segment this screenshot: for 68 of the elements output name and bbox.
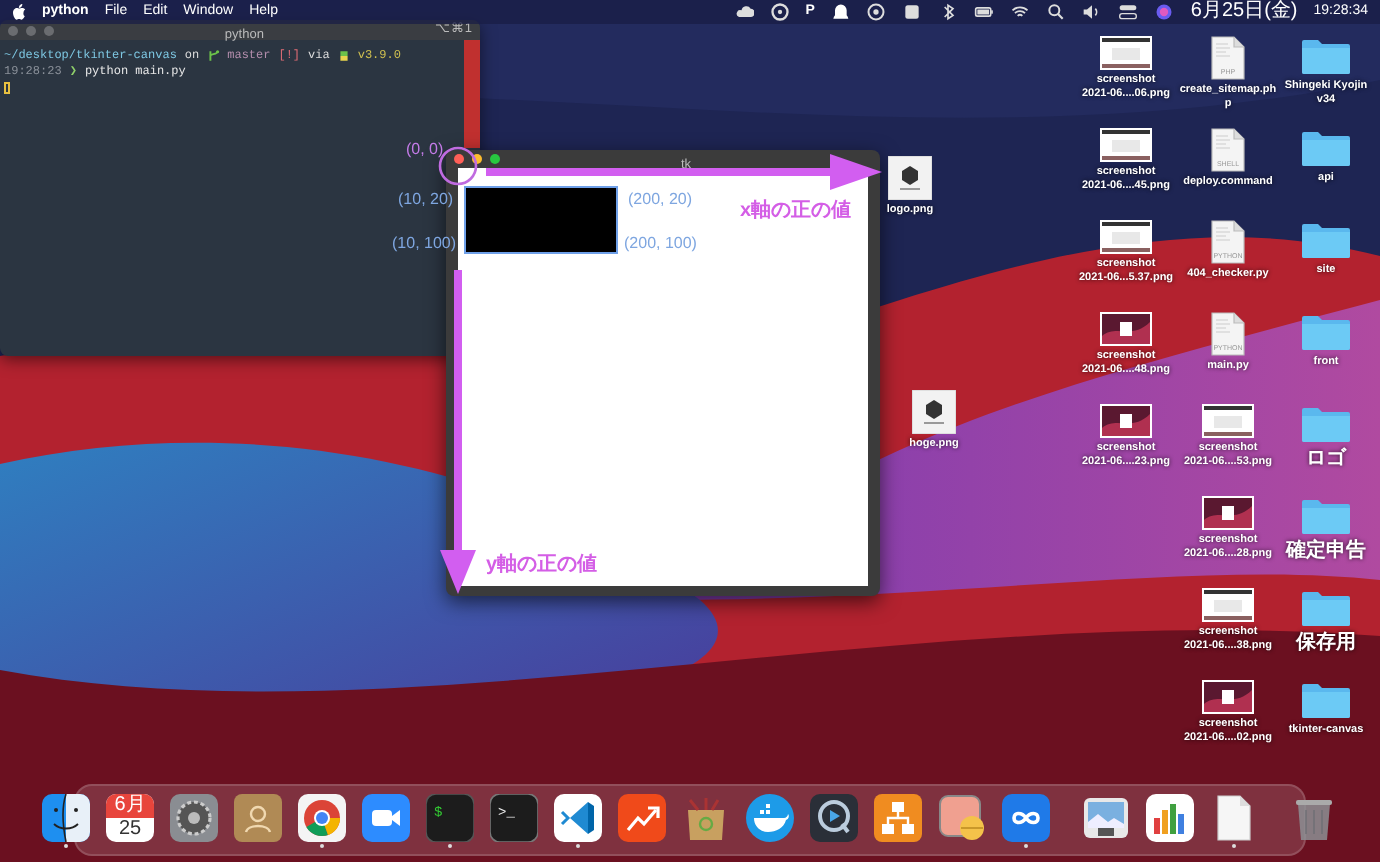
folder-icon[interactable] <box>1300 36 1352 76</box>
pill-icon[interactable] <box>938 793 986 841</box>
scrollbar[interactable] <box>464 40 480 148</box>
screenshot-thumbnail[interactable] <box>1202 404 1254 438</box>
minimize-button[interactable] <box>472 154 482 164</box>
folder-icon[interactable] <box>1300 128 1352 168</box>
wifi-icon[interactable] <box>1010 2 1031 22</box>
photo-icon[interactable] <box>1082 793 1130 841</box>
axis-label: y軸の正の値 <box>486 554 598 576</box>
address-book-icon[interactable] <box>234 793 282 841</box>
image-thumbnail[interactable] <box>888 156 932 200</box>
file-name[interactable]: 保存用 <box>1296 632 1356 654</box>
square-icon[interactable] <box>902 2 923 22</box>
image-thumbnail[interactable] <box>912 390 956 434</box>
file-name[interactable]: 確定申告 <box>1286 540 1366 562</box>
axis-label: x軸の正の値 <box>740 200 852 222</box>
screenshot-thumbnail[interactable] <box>1202 680 1254 714</box>
calendar-month: 6月 <box>106 793 154 817</box>
siri-icon[interactable] <box>1154 2 1175 22</box>
bluetooth-icon[interactable] <box>938 2 959 22</box>
document-icon[interactable] <box>1210 220 1246 264</box>
screenshot-thumbnail[interactable] <box>1100 220 1152 254</box>
calendar-icon[interactable]: 6月 25 <box>106 793 154 841</box>
close-button[interactable] <box>454 154 464 164</box>
flowchart-icon[interactable] <box>874 793 922 841</box>
document-icon[interactable] <box>1210 128 1246 172</box>
code-editor-icon[interactable] <box>554 793 602 841</box>
menu-bar-date[interactable]: 6月25日(金) <box>1190 0 1298 24</box>
calendar-day: 25 <box>118 817 142 841</box>
branch-icon <box>207 50 220 62</box>
infinity-icon[interactable] <box>1002 793 1050 841</box>
zoom-button[interactable] <box>490 154 500 164</box>
coordinate-label: (10, 20) <box>398 190 454 210</box>
coordinate-label: (200, 100) <box>624 234 697 254</box>
play-circle-icon[interactable] <box>866 2 887 22</box>
control-center-icon[interactable] <box>1118 2 1139 22</box>
battery-icon[interactable] <box>974 2 995 22</box>
coordinate-label: (0, 0) <box>406 140 444 160</box>
screenshot-thumbnail[interactable] <box>1202 496 1254 530</box>
cloud-icon[interactable] <box>733 2 754 22</box>
folder-icon[interactable] <box>1300 588 1352 628</box>
coordinate-label: (10, 100) <box>392 234 457 254</box>
document-icon[interactable] <box>1210 36 1246 80</box>
browser-icon[interactable] <box>298 793 346 841</box>
document-icon[interactable] <box>1210 312 1246 356</box>
screenshot-thumbnail[interactable] <box>1202 588 1254 622</box>
disc-icon[interactable] <box>769 2 790 22</box>
screenshot-thumbnail[interactable] <box>1100 404 1152 438</box>
screenshot-thumbnail[interactable] <box>1100 128 1152 162</box>
apple-menu-icon[interactable] <box>12 4 26 20</box>
volume-icon[interactable] <box>1082 2 1103 22</box>
video-camera-icon[interactable] <box>362 793 410 841</box>
whale-icon[interactable] <box>746 793 794 841</box>
bar-chart-icon[interactable] <box>1146 793 1194 841</box>
face-icon[interactable] <box>42 793 90 841</box>
folder-icon[interactable] <box>1300 220 1352 260</box>
screenshot-thumbnail[interactable] <box>1100 312 1152 346</box>
coordinate-label: (200, 20) <box>628 190 693 210</box>
text-cursor <box>4 82 10 94</box>
gear-icon[interactable] <box>170 793 218 841</box>
folder-icon[interactable] <box>1300 312 1352 352</box>
search-icon[interactable] <box>1046 2 1067 22</box>
file-name[interactable]: ロゴ <box>1306 448 1346 470</box>
screenshot-thumbnail[interactable] <box>1100 36 1152 70</box>
package-icon[interactable] <box>682 793 730 841</box>
media-player-icon[interactable] <box>810 793 858 841</box>
bell-icon[interactable] <box>830 2 851 22</box>
folder-icon[interactable] <box>1300 680 1352 720</box>
